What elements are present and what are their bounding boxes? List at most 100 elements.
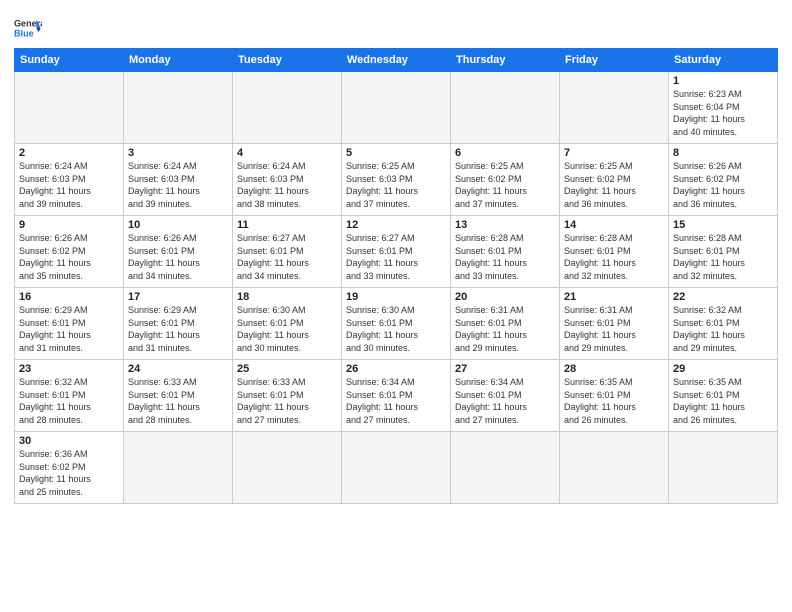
calendar-cell: 27Sunrise: 6:34 AM Sunset: 6:01 PM Dayli… xyxy=(451,360,560,432)
day-number: 7 xyxy=(564,147,664,159)
calendar-week-row: 16Sunrise: 6:29 AM Sunset: 6:01 PM Dayli… xyxy=(15,288,778,360)
day-header-sunday: Sunday xyxy=(15,49,124,72)
day-number: 19 xyxy=(346,291,446,303)
calendar-cell: 1Sunrise: 6:23 AM Sunset: 6:04 PM Daylig… xyxy=(669,72,778,144)
calendar-cell: 15Sunrise: 6:28 AM Sunset: 6:01 PM Dayli… xyxy=(669,216,778,288)
calendar-cell xyxy=(233,432,342,504)
day-info: Sunrise: 6:33 AM Sunset: 6:01 PM Dayligh… xyxy=(128,376,228,426)
day-number: 3 xyxy=(128,147,228,159)
calendar-cell xyxy=(451,432,560,504)
day-header-wednesday: Wednesday xyxy=(342,49,451,72)
day-number: 9 xyxy=(19,219,119,231)
calendar-week-row: 9Sunrise: 6:26 AM Sunset: 6:02 PM Daylig… xyxy=(15,216,778,288)
day-info: Sunrise: 6:26 AM Sunset: 6:02 PM Dayligh… xyxy=(19,232,119,282)
day-number: 10 xyxy=(128,219,228,231)
day-number: 18 xyxy=(237,291,337,303)
day-info: Sunrise: 6:32 AM Sunset: 6:01 PM Dayligh… xyxy=(19,376,119,426)
day-info: Sunrise: 6:25 AM Sunset: 6:02 PM Dayligh… xyxy=(564,160,664,210)
day-number: 25 xyxy=(237,363,337,375)
calendar-cell: 7Sunrise: 6:25 AM Sunset: 6:02 PM Daylig… xyxy=(560,144,669,216)
day-info: Sunrise: 6:25 AM Sunset: 6:02 PM Dayligh… xyxy=(455,160,555,210)
day-info: Sunrise: 6:32 AM Sunset: 6:01 PM Dayligh… xyxy=(673,304,773,354)
day-number: 27 xyxy=(455,363,555,375)
calendar-cell: 12Sunrise: 6:27 AM Sunset: 6:01 PM Dayli… xyxy=(342,216,451,288)
calendar-header-row: SundayMondayTuesdayWednesdayThursdayFrid… xyxy=(15,49,778,72)
day-info: Sunrise: 6:34 AM Sunset: 6:01 PM Dayligh… xyxy=(346,376,446,426)
calendar-week-row: 30Sunrise: 6:36 AM Sunset: 6:02 PM Dayli… xyxy=(15,432,778,504)
calendar-cell: 16Sunrise: 6:29 AM Sunset: 6:01 PM Dayli… xyxy=(15,288,124,360)
day-number: 20 xyxy=(455,291,555,303)
day-info: Sunrise: 6:28 AM Sunset: 6:01 PM Dayligh… xyxy=(455,232,555,282)
calendar-cell xyxy=(15,72,124,144)
day-number: 17 xyxy=(128,291,228,303)
day-info: Sunrise: 6:26 AM Sunset: 6:02 PM Dayligh… xyxy=(673,160,773,210)
day-number: 21 xyxy=(564,291,664,303)
day-number: 4 xyxy=(237,147,337,159)
day-info: Sunrise: 6:26 AM Sunset: 6:01 PM Dayligh… xyxy=(128,232,228,282)
calendar-cell: 23Sunrise: 6:32 AM Sunset: 6:01 PM Dayli… xyxy=(15,360,124,432)
day-info: Sunrise: 6:35 AM Sunset: 6:01 PM Dayligh… xyxy=(673,376,773,426)
calendar-week-row: 23Sunrise: 6:32 AM Sunset: 6:01 PM Dayli… xyxy=(15,360,778,432)
day-number: 1 xyxy=(673,75,773,87)
calendar-cell: 6Sunrise: 6:25 AM Sunset: 6:02 PM Daylig… xyxy=(451,144,560,216)
day-number: 13 xyxy=(455,219,555,231)
calendar-cell xyxy=(669,432,778,504)
calendar-cell: 4Sunrise: 6:24 AM Sunset: 6:03 PM Daylig… xyxy=(233,144,342,216)
day-number: 28 xyxy=(564,363,664,375)
day-number: 11 xyxy=(237,219,337,231)
day-info: Sunrise: 6:30 AM Sunset: 6:01 PM Dayligh… xyxy=(237,304,337,354)
day-number: 29 xyxy=(673,363,773,375)
day-number: 30 xyxy=(19,435,119,447)
logo: General Blue xyxy=(14,14,42,42)
day-info: Sunrise: 6:36 AM Sunset: 6:02 PM Dayligh… xyxy=(19,448,119,498)
calendar-cell: 25Sunrise: 6:33 AM Sunset: 6:01 PM Dayli… xyxy=(233,360,342,432)
day-info: Sunrise: 6:25 AM Sunset: 6:03 PM Dayligh… xyxy=(346,160,446,210)
day-header-friday: Friday xyxy=(560,49,669,72)
calendar-cell xyxy=(342,432,451,504)
day-info: Sunrise: 6:23 AM Sunset: 6:04 PM Dayligh… xyxy=(673,88,773,138)
calendar-cell xyxy=(124,72,233,144)
day-info: Sunrise: 6:28 AM Sunset: 6:01 PM Dayligh… xyxy=(564,232,664,282)
calendar-cell: 19Sunrise: 6:30 AM Sunset: 6:01 PM Dayli… xyxy=(342,288,451,360)
day-number: 5 xyxy=(346,147,446,159)
day-info: Sunrise: 6:30 AM Sunset: 6:01 PM Dayligh… xyxy=(346,304,446,354)
calendar-week-row: 2Sunrise: 6:24 AM Sunset: 6:03 PM Daylig… xyxy=(15,144,778,216)
calendar-cell: 26Sunrise: 6:34 AM Sunset: 6:01 PM Dayli… xyxy=(342,360,451,432)
day-number: 23 xyxy=(19,363,119,375)
day-info: Sunrise: 6:27 AM Sunset: 6:01 PM Dayligh… xyxy=(237,232,337,282)
calendar-cell: 9Sunrise: 6:26 AM Sunset: 6:02 PM Daylig… xyxy=(15,216,124,288)
day-header-saturday: Saturday xyxy=(669,49,778,72)
calendar-table: SundayMondayTuesdayWednesdayThursdayFrid… xyxy=(14,48,778,504)
calendar-cell: 22Sunrise: 6:32 AM Sunset: 6:01 PM Dayli… xyxy=(669,288,778,360)
calendar-cell: 30Sunrise: 6:36 AM Sunset: 6:02 PM Dayli… xyxy=(15,432,124,504)
calendar-cell: 14Sunrise: 6:28 AM Sunset: 6:01 PM Dayli… xyxy=(560,216,669,288)
day-header-tuesday: Tuesday xyxy=(233,49,342,72)
calendar-cell xyxy=(342,72,451,144)
calendar-cell: 3Sunrise: 6:24 AM Sunset: 6:03 PM Daylig… xyxy=(124,144,233,216)
calendar-cell xyxy=(233,72,342,144)
calendar-week-row: 1Sunrise: 6:23 AM Sunset: 6:04 PM Daylig… xyxy=(15,72,778,144)
calendar-cell: 17Sunrise: 6:29 AM Sunset: 6:01 PM Dayli… xyxy=(124,288,233,360)
logo-icon: General Blue xyxy=(14,14,42,42)
day-info: Sunrise: 6:33 AM Sunset: 6:01 PM Dayligh… xyxy=(237,376,337,426)
calendar-cell xyxy=(560,432,669,504)
day-number: 16 xyxy=(19,291,119,303)
day-number: 22 xyxy=(673,291,773,303)
day-number: 24 xyxy=(128,363,228,375)
day-number: 6 xyxy=(455,147,555,159)
day-info: Sunrise: 6:35 AM Sunset: 6:01 PM Dayligh… xyxy=(564,376,664,426)
day-header-thursday: Thursday xyxy=(451,49,560,72)
day-info: Sunrise: 6:29 AM Sunset: 6:01 PM Dayligh… xyxy=(19,304,119,354)
calendar-cell xyxy=(451,72,560,144)
calendar-cell: 20Sunrise: 6:31 AM Sunset: 6:01 PM Dayli… xyxy=(451,288,560,360)
day-number: 14 xyxy=(564,219,664,231)
day-info: Sunrise: 6:29 AM Sunset: 6:01 PM Dayligh… xyxy=(128,304,228,354)
calendar-cell: 18Sunrise: 6:30 AM Sunset: 6:01 PM Dayli… xyxy=(233,288,342,360)
calendar-cell: 28Sunrise: 6:35 AM Sunset: 6:01 PM Dayli… xyxy=(560,360,669,432)
day-number: 26 xyxy=(346,363,446,375)
day-info: Sunrise: 6:31 AM Sunset: 6:01 PM Dayligh… xyxy=(455,304,555,354)
calendar-cell xyxy=(124,432,233,504)
calendar-cell: 11Sunrise: 6:27 AM Sunset: 6:01 PM Dayli… xyxy=(233,216,342,288)
calendar-cell: 10Sunrise: 6:26 AM Sunset: 6:01 PM Dayli… xyxy=(124,216,233,288)
day-info: Sunrise: 6:24 AM Sunset: 6:03 PM Dayligh… xyxy=(237,160,337,210)
